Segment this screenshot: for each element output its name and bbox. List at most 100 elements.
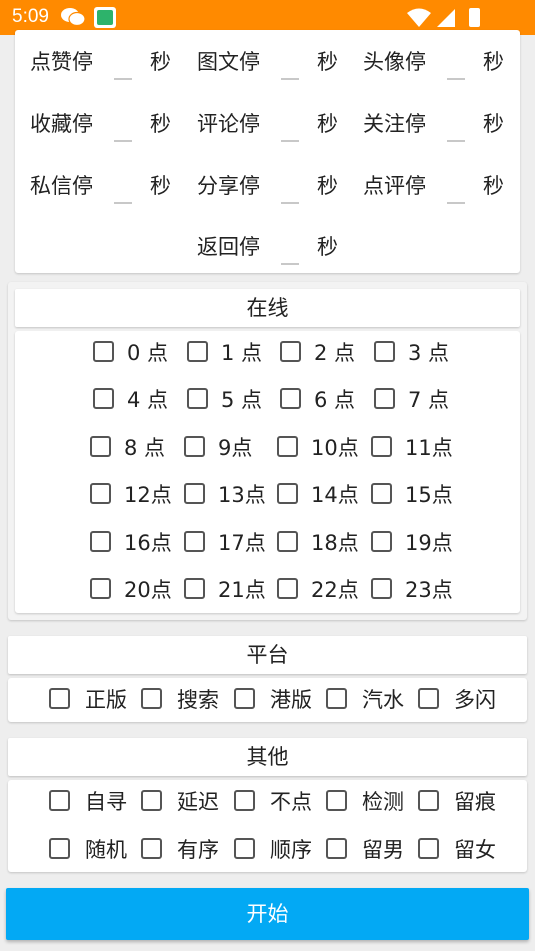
other-checkbox[interactable]: [234, 838, 255, 859]
hour-label: 11点: [405, 436, 453, 460]
hour-checkbox[interactable]: [280, 341, 301, 362]
hour-checkbox[interactable]: [374, 388, 395, 409]
hour-checkbox[interactable]: [93, 388, 114, 409]
other-label: 随机: [85, 838, 127, 862]
hour-label: 9点: [218, 436, 253, 460]
other-checkbox[interactable]: [418, 838, 439, 859]
pause-label: 头像停: [363, 50, 426, 74]
other-label: 检测: [362, 790, 404, 814]
hour-checkbox[interactable]: [277, 483, 298, 504]
hour-checkbox[interactable]: [90, 531, 111, 552]
hour-checkbox[interactable]: [371, 578, 392, 599]
other-label: 留男: [362, 838, 404, 862]
app-notification-icon: [94, 7, 116, 28]
platform-checkbox[interactable]: [141, 688, 162, 709]
hour-checkbox[interactable]: [184, 578, 205, 599]
platform-checkbox[interactable]: [326, 688, 347, 709]
hour-checkbox[interactable]: [374, 341, 395, 362]
other-checkbox[interactable]: [49, 838, 70, 859]
platform-title: 平台: [8, 636, 527, 674]
platform-checkbox[interactable]: [418, 688, 439, 709]
seconds-unit: 秒: [483, 50, 504, 74]
pause-label: 评论停: [197, 112, 260, 136]
seconds-unit: 秒: [150, 112, 171, 136]
seconds-unit: 秒: [150, 50, 171, 74]
hour-checkbox[interactable]: [184, 483, 205, 504]
pause-label: 返回停: [197, 235, 260, 259]
hour-checkbox[interactable]: [371, 483, 392, 504]
start-button[interactable]: 开始: [6, 888, 529, 940]
wechat-icon: [61, 8, 86, 27]
hour-label: 16点: [124, 531, 172, 555]
pause-label: 图文停: [197, 50, 260, 74]
seconds-unit: 秒: [317, 50, 338, 74]
hour-label: 19点: [405, 531, 453, 555]
hour-label: 0 点: [127, 341, 169, 365]
other-label: 留痕: [454, 790, 496, 814]
hour-label: 14点: [311, 483, 359, 507]
pause-label: 收藏停: [30, 112, 93, 136]
hour-checkbox[interactable]: [90, 483, 111, 504]
other-label: 留女: [454, 838, 496, 862]
platform-label: 正版: [85, 688, 127, 712]
pause-label: 私信停: [30, 174, 93, 198]
hour-checkbox[interactable]: [371, 436, 392, 457]
online-title: 在线: [15, 289, 520, 327]
pause-seconds-input[interactable]: [447, 202, 465, 204]
pause-seconds-input[interactable]: [281, 202, 299, 204]
pause-seconds-input[interactable]: [281, 263, 299, 265]
hour-checkbox[interactable]: [90, 436, 111, 457]
pause-seconds-input[interactable]: [447, 140, 465, 142]
seconds-unit: 秒: [317, 235, 338, 259]
signal-icon: [437, 9, 455, 27]
pause-seconds-input[interactable]: [114, 202, 132, 204]
hour-checkbox[interactable]: [184, 436, 205, 457]
hour-checkbox[interactable]: [90, 578, 111, 599]
hour-checkbox[interactable]: [187, 388, 208, 409]
platform-checkbox[interactable]: [234, 688, 255, 709]
other-checkbox[interactable]: [234, 790, 255, 811]
hour-checkbox[interactable]: [371, 531, 392, 552]
hour-checkbox[interactable]: [277, 578, 298, 599]
other-checkbox[interactable]: [418, 790, 439, 811]
pause-seconds-input[interactable]: [281, 78, 299, 80]
hour-checkbox[interactable]: [187, 341, 208, 362]
hour-checkbox[interactable]: [93, 341, 114, 362]
platform-label: 多闪: [454, 688, 496, 712]
hour-checkbox[interactable]: [280, 388, 301, 409]
other-checkbox[interactable]: [326, 790, 347, 811]
battery-icon: [469, 8, 480, 27]
hour-label: 22点: [311, 578, 359, 602]
seconds-unit: 秒: [483, 174, 504, 198]
platform-label: 港版: [270, 688, 312, 712]
hour-checkbox[interactable]: [184, 531, 205, 552]
system-status-icons: [407, 8, 480, 27]
hour-label: 10点: [311, 436, 359, 460]
pause-label: 分享停: [197, 174, 260, 198]
pause-seconds-input[interactable]: [114, 140, 132, 142]
other-checkbox[interactable]: [141, 838, 162, 859]
pause-seconds-input[interactable]: [114, 78, 132, 80]
platform-label: 汽水: [362, 688, 404, 712]
hour-label: 12点: [124, 483, 172, 507]
hour-label: 1 点: [221, 341, 263, 365]
pause-seconds-input[interactable]: [281, 140, 299, 142]
platform-label: 搜索: [177, 688, 219, 712]
hour-checkbox[interactable]: [277, 436, 298, 457]
other-checkbox[interactable]: [49, 790, 70, 811]
hour-label: 17点: [218, 531, 266, 555]
hour-label: 3 点: [408, 341, 450, 365]
other-checkbox[interactable]: [141, 790, 162, 811]
hour-label: 20点: [124, 578, 172, 602]
platform-checkbox[interactable]: [49, 688, 70, 709]
hour-label: 7 点: [408, 388, 450, 412]
hour-checkbox[interactable]: [277, 531, 298, 552]
hour-label: 18点: [311, 531, 359, 555]
hour-label: 5 点: [221, 388, 263, 412]
other-label: 不点: [270, 790, 312, 814]
other-checkbox[interactable]: [326, 838, 347, 859]
wifi-icon: [407, 8, 431, 27]
pause-seconds-input[interactable]: [447, 78, 465, 80]
pause-label: 点赞停: [30, 50, 93, 74]
other-label: 有序: [177, 838, 219, 862]
